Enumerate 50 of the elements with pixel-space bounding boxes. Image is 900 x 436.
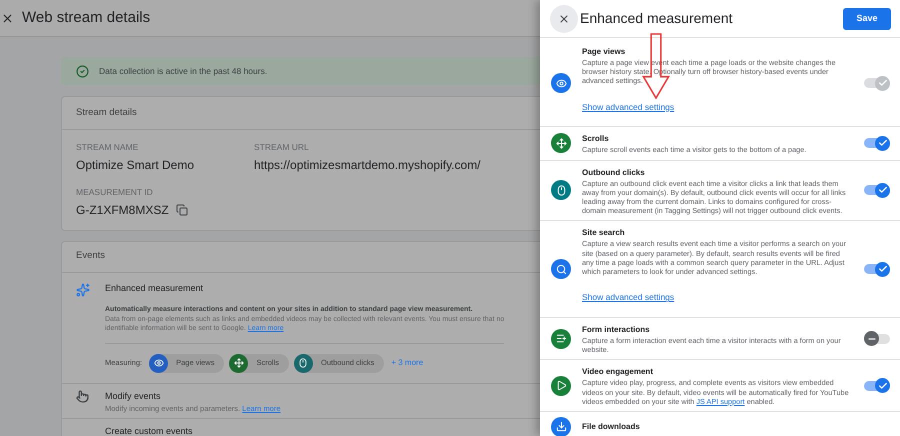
field-label: STREAM NAME (76, 141, 140, 154)
check-icon (878, 78, 888, 88)
card-heading: Events (76, 249, 106, 264)
mouse-icon (556, 184, 566, 196)
feature-title: Video engagement (582, 366, 654, 378)
download-icon (556, 421, 566, 432)
row-title: Create custom events (105, 425, 193, 436)
arrows-icon (234, 358, 244, 368)
field-value: Optimize Smart Demo (76, 156, 196, 174)
feature-title: File downloads (582, 421, 641, 434)
eye-icon (154, 358, 164, 368)
close-icon[interactable] (1, 12, 14, 24)
close-button[interactable] (550, 4, 578, 32)
check-icon (878, 264, 888, 274)
arrows-icon (556, 138, 566, 149)
check-icon (878, 138, 888, 148)
feature-title: Page views (582, 46, 626, 58)
field-label: STREAM URL (254, 141, 310, 154)
check-circle-icon (76, 64, 89, 78)
banner-text: Data collection is active in the past 48 hours. (99, 64, 268, 78)
panel-title: Enhanced measurement (580, 9, 734, 28)
feature-title: Site search (582, 227, 626, 240)
advanced-settings-link[interactable]: Show advanced settings (582, 291, 674, 304)
feature-title: Form interactions (582, 324, 651, 336)
pointer-hand-icon (76, 390, 89, 402)
check-icon (878, 185, 888, 196)
sparkles-icon (76, 282, 90, 296)
feature-title: Scrolls (582, 133, 610, 146)
toggle-switch[interactable] (864, 261, 890, 278)
section-title: Enhanced measurement (105, 282, 204, 294)
list-plus-icon (556, 333, 566, 344)
toggle-switch[interactable] (864, 135, 890, 152)
copy-icon[interactable] (176, 204, 188, 216)
field-value: G-Z1XFM8MXSZ (76, 202, 169, 218)
check-icon (878, 380, 888, 391)
play-icon (556, 380, 566, 392)
search-icon (556, 264, 566, 275)
eye-icon (556, 78, 566, 89)
field-label: MEASUREMENT ID (76, 186, 154, 198)
page-title: Web stream details (22, 8, 150, 28)
field-value: https://optimizesmartdemo.myshopify.com/ (254, 156, 481, 174)
feature-title: Outbound clicks (582, 166, 646, 179)
save-button[interactable]: Save (843, 8, 891, 30)
toggle-switch[interactable] (864, 182, 890, 198)
card-heading: Stream details (76, 106, 137, 120)
close-icon (558, 12, 570, 24)
toggle-switch[interactable] (864, 330, 890, 347)
mouse-icon (298, 358, 308, 368)
row-title: Modify events (105, 390, 162, 403)
toggle-switch[interactable] (864, 378, 890, 394)
